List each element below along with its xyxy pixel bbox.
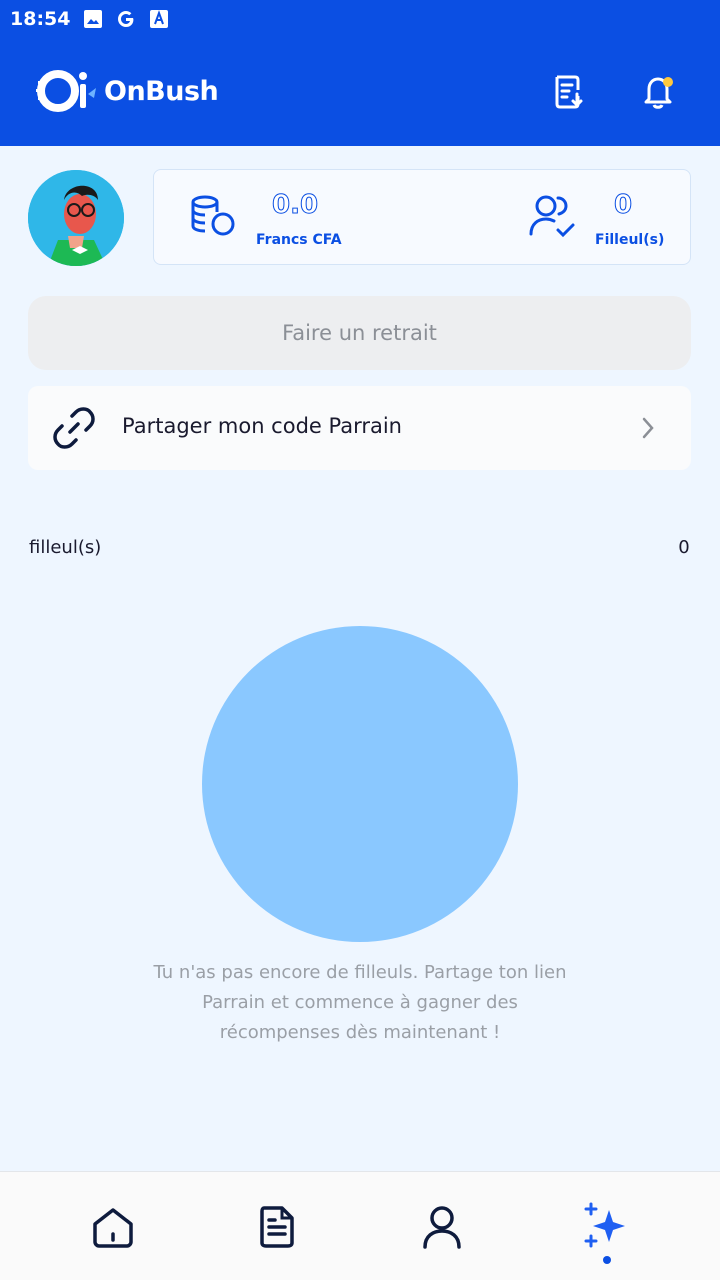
stats-card: 0.0 Francs CFA 0 Filleul(s) — [153, 169, 691, 265]
empty-state-illustration — [202, 626, 518, 942]
home-icon — [93, 1208, 133, 1248]
logo: OnBush — [36, 68, 219, 114]
nav-profile[interactable] — [417, 1202, 467, 1252]
avatar[interactable] — [28, 170, 124, 266]
document-download-button[interactable] — [549, 72, 589, 112]
font-icon — [150, 10, 169, 28]
onbush-logo-icon — [36, 68, 98, 114]
image-icon — [84, 10, 103, 28]
nav-documents[interactable] — [252, 1202, 302, 1252]
google-icon — [116, 9, 136, 29]
referrals-value: 0 — [613, 190, 633, 221]
app-header: OnBush — [0, 38, 720, 146]
share-referral-label: Partager mon code Parrain — [122, 414, 402, 438]
notifications-button[interactable] — [638, 72, 678, 112]
referrals-count: 0 — [678, 537, 690, 558]
sparkles-icon — [584, 1202, 625, 1248]
chevron-right-icon — [641, 416, 655, 444]
user-icon — [423, 1206, 461, 1249]
share-referral-code-button[interactable]: Partager mon code Parrain — [28, 386, 691, 470]
status-time: 18:54 — [10, 8, 71, 30]
logo-text: OnBush — [104, 75, 219, 107]
empty-state-message: Tu n'as pas encore de filleuls. Partage … — [153, 962, 567, 1043]
users-check-icon — [528, 194, 578, 244]
bottom-nav — [0, 1171, 720, 1280]
withdraw-button[interactable]: Faire un retrait — [28, 296, 691, 370]
referrals-label: Filleul(s) — [595, 232, 665, 248]
document-icon — [260, 1206, 294, 1248]
active-tab-indicator — [603, 1256, 611, 1264]
bell-icon — [644, 77, 673, 109]
document-download-icon — [555, 75, 583, 109]
balance-label: Francs CFA — [256, 232, 342, 248]
status-bar: 18:54 — [0, 0, 720, 38]
balance-value: 0.0 — [271, 190, 319, 221]
coins-icon — [190, 194, 238, 244]
link-icon — [50, 404, 98, 456]
nav-rewards[interactable] — [581, 1202, 631, 1252]
referrals-section-title: filleul(s) — [29, 537, 102, 558]
nav-home[interactable] — [88, 1202, 138, 1252]
